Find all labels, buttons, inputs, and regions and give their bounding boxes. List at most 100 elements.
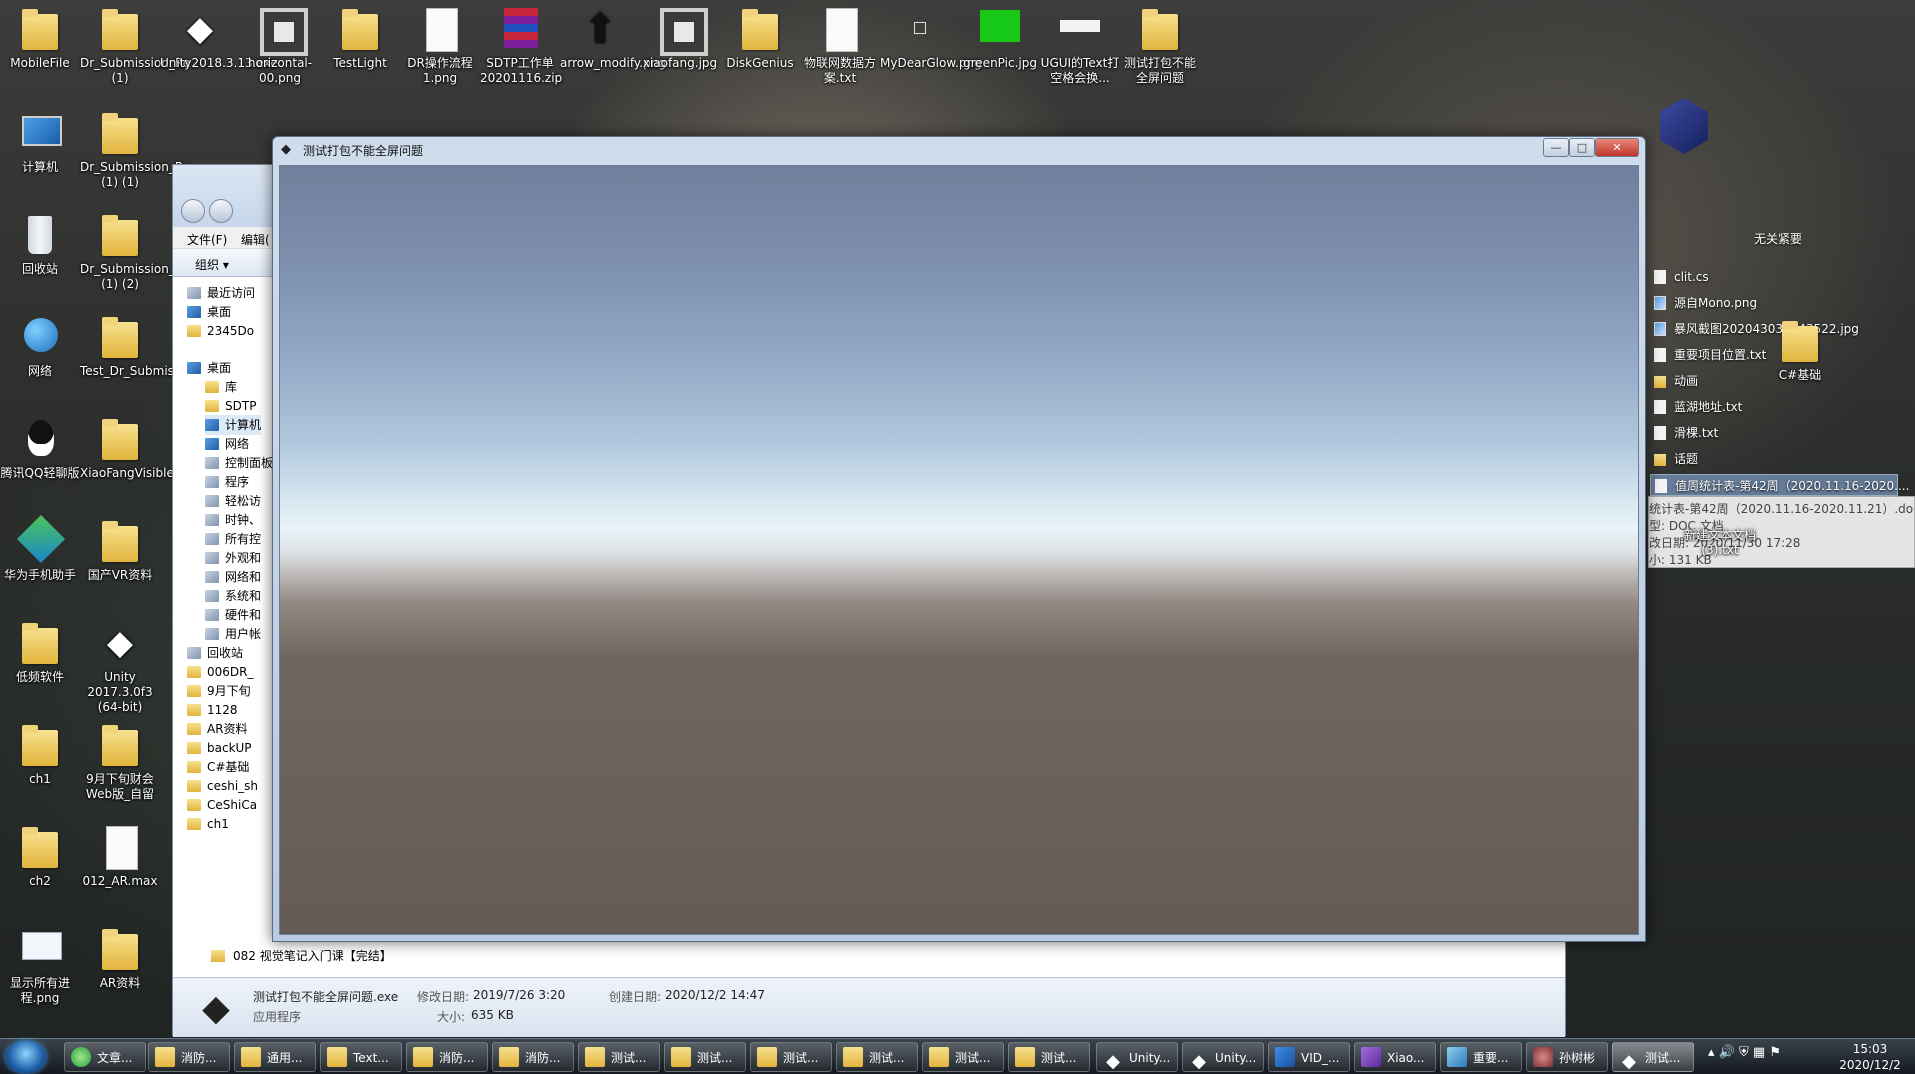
nav-tree-item[interactable]: CeShiCa [187, 795, 257, 815]
desktop-icon[interactable]: Dr_Submission_Re (1) (2) [80, 212, 190, 292]
menu-edit[interactable]: 编辑( [241, 231, 270, 248]
desktop-icon[interactable]: Unity2018.3.13.exe [160, 6, 278, 71]
nav-tree-item[interactable]: 9月下旬 [187, 681, 251, 701]
nav-tree-item[interactable]: 轻松访 [205, 491, 261, 511]
taskbar-button[interactable]: VID_... [1268, 1042, 1350, 1072]
nav-tree-item[interactable]: 桌面 [187, 358, 231, 378]
desktop-file-item[interactable]: 源自Mono.png [1654, 292, 1757, 314]
maximize-button[interactable]: □ [1569, 138, 1595, 157]
nav-tree-item[interactable]: ceshi_sh [187, 776, 258, 796]
taskbar-button[interactable]: Xiao... [1354, 1042, 1436, 1072]
desktop-file-item[interactable]: 滑棵.txt [1654, 422, 1718, 444]
taskbar-button[interactable]: 测试... [578, 1042, 660, 1072]
desktop-icon[interactable]: DiskGenius [720, 6, 800, 71]
nav-tree-item[interactable]: SDTP [205, 396, 256, 416]
desktop-icon[interactable]: 9月下旬财会Web版_自留 [80, 722, 160, 802]
network-icon[interactable]: ▦ [1753, 1045, 1765, 1060]
unity-hub-icon[interactable] [1660, 98, 1708, 154]
taskbar-button[interactable]: ◆ 测试... [1612, 1042, 1694, 1072]
back-button[interactable] [181, 199, 205, 223]
desktop-icon[interactable]: greenPic.jpg [960, 6, 1040, 71]
desktop-icon[interactable]: 腾讯QQ轻聊版 [0, 416, 80, 481]
taskbar-button[interactable]: 消防... [492, 1042, 574, 1072]
desktop-file-item[interactable]: 值周统计表-第42周（2020.11.16-2020.... [1650, 474, 1909, 496]
desktop-icon[interactable]: Unity 2017.3.0f3 (64-bit) [80, 620, 160, 715]
desktop-icon[interactable]: AR资料 [80, 926, 160, 991]
desktop-icon[interactable]: UGUI的Text打空格会换... [1040, 6, 1120, 86]
desktop-icon[interactable]: DR操作流程1.png [400, 6, 480, 86]
desktop-icon[interactable]: 华为手机助手 [0, 518, 80, 583]
nav-tree-item[interactable]: 程序 [205, 472, 249, 492]
taskbar-button[interactable]: 消防... [148, 1042, 230, 1072]
system-tray[interactable]: ▴ 🔊 ⛨ ▦ ⚑ [1708, 1045, 1781, 1060]
close-button[interactable]: ✕ [1595, 138, 1639, 157]
desktop-icon[interactable]: 回收站 [0, 212, 80, 277]
nav-tree-item[interactable]: 用户帐 [205, 624, 261, 644]
desktop-icon[interactable]: ch2 [0, 824, 80, 889]
taskbar-button[interactable]: 测试... [750, 1042, 832, 1072]
taskbar-button[interactable]: 测试... [1008, 1042, 1090, 1072]
desktop-icon[interactable]: 国产VR资料 [80, 518, 160, 583]
desktop-icon-csharp-basics[interactable]: C#基础 [1760, 318, 1840, 383]
taskbar-button[interactable]: 孙树彬 [1526, 1042, 1608, 1072]
desktop-icon[interactable]: 物联网数据方案.txt [800, 6, 880, 86]
desktop-icon[interactable]: ch1 [0, 722, 80, 787]
nav-tree-item[interactable]: 网络 [205, 434, 249, 454]
nav-tree-item[interactable]: 时钟、 [205, 510, 261, 530]
desktop-icon[interactable]: XiaoFangVisible [80, 416, 174, 481]
taskbar-button[interactable]: Text... [320, 1042, 402, 1072]
desktop-file-item[interactable]: 动画 [1654, 370, 1698, 392]
desktop-file-item[interactable]: clit.cs [1654, 266, 1709, 288]
nav-tree-item[interactable]: 回收站 [187, 643, 243, 663]
taskbar-button[interactable]: 文章... [64, 1042, 146, 1072]
nav-tree-item[interactable]: AR资料 [187, 719, 248, 739]
desktop-file-item[interactable]: 话题 [1654, 448, 1698, 470]
tray-arrow-icon[interactable]: ▴ [1708, 1045, 1715, 1060]
flag-icon[interactable]: ⚑ [1769, 1045, 1781, 1060]
nav-tree-item[interactable]: backUP [187, 738, 252, 758]
desktop-icon[interactable]: xiaofang.jpg [640, 6, 720, 71]
minimize-button[interactable]: — [1543, 138, 1569, 157]
nav-tree-item[interactable]: 系统和 [205, 586, 261, 606]
forward-button[interactable] [209, 199, 233, 223]
taskbar-button[interactable]: 测试... [664, 1042, 746, 1072]
shield-icon[interactable]: ⛨ [1739, 1045, 1749, 1060]
taskbar-button[interactable]: 测试... [922, 1042, 1004, 1072]
taskbar-button[interactable]: 通用... [234, 1042, 316, 1072]
nav-tree-item[interactable]: 1128 [187, 700, 238, 720]
nav-tree-item[interactable]: 计算机 [205, 415, 262, 435]
desktop-icon[interactable]: MyDearGlow.png [880, 6, 982, 71]
nav-tree-item[interactable]: 硬件和 [205, 605, 261, 625]
nav-tree-item[interactable]: 006DR_ [187, 662, 253, 682]
clock[interactable]: 15:03 2020/12/2 [1830, 1041, 1910, 1073]
desktop-icon[interactable]: 网络 [0, 314, 80, 379]
desktop-file-item[interactable]: 重要项目位置.txt [1654, 344, 1766, 366]
taskbar-button[interactable]: 消防... [406, 1042, 488, 1072]
desktop-icon[interactable]: 低频软件 [0, 620, 80, 685]
desktop-file-item[interactable]: 蓝湖地址.txt [1654, 396, 1742, 418]
nav-tree-item[interactable]: 控制面板 [205, 453, 273, 473]
menu-file[interactable]: 文件(F) [187, 231, 227, 248]
desktop-icon[interactable]: Dr_Submission_Re (1) [80, 6, 190, 86]
desktop-icon[interactable]: 计算机 [0, 110, 80, 175]
folder-list-item[interactable]: 082 视觉笔记入门课【完结】 [175, 945, 593, 967]
nav-tree-item[interactable]: 最近访问 [187, 283, 255, 303]
desktop-icon[interactable]: arrow_modify.png [560, 6, 666, 71]
volume-icon[interactable]: 🔊 [1719, 1045, 1735, 1060]
nav-tree-item[interactable]: ch1 [187, 814, 229, 834]
desktop-icon[interactable]: horizontal-00.png [240, 6, 320, 86]
desktop-icon[interactable]: SDTP工作单20201116.zip [480, 6, 562, 86]
desktop-icon[interactable]: Test_Dr_Submission_02 [80, 314, 220, 379]
desktop-icon[interactable]: 测试打包不能全屏问题 [1120, 6, 1200, 86]
taskbar-button[interactable]: 重要... [1440, 1042, 1522, 1072]
taskbar-button[interactable]: 测试... [836, 1042, 918, 1072]
nav-tree-item[interactable]: 桌面 [187, 302, 231, 322]
desktop-icon[interactable]: TestLight [320, 6, 400, 71]
nav-tree-item[interactable]: 外观和 [205, 548, 261, 568]
desktop-icon[interactable]: 显示所有进程.png [0, 926, 80, 1006]
nav-tree-item[interactable]: 所有控 [205, 529, 261, 549]
nav-tree-item[interactable]: 2345Do [187, 321, 254, 341]
organize-button[interactable]: 组织 ▾ [195, 256, 229, 273]
nav-tree-item[interactable]: 网络和 [205, 567, 261, 587]
desktop-icon-new-text[interactable]: 新建文本文档 (3).txt [1680, 528, 1760, 558]
